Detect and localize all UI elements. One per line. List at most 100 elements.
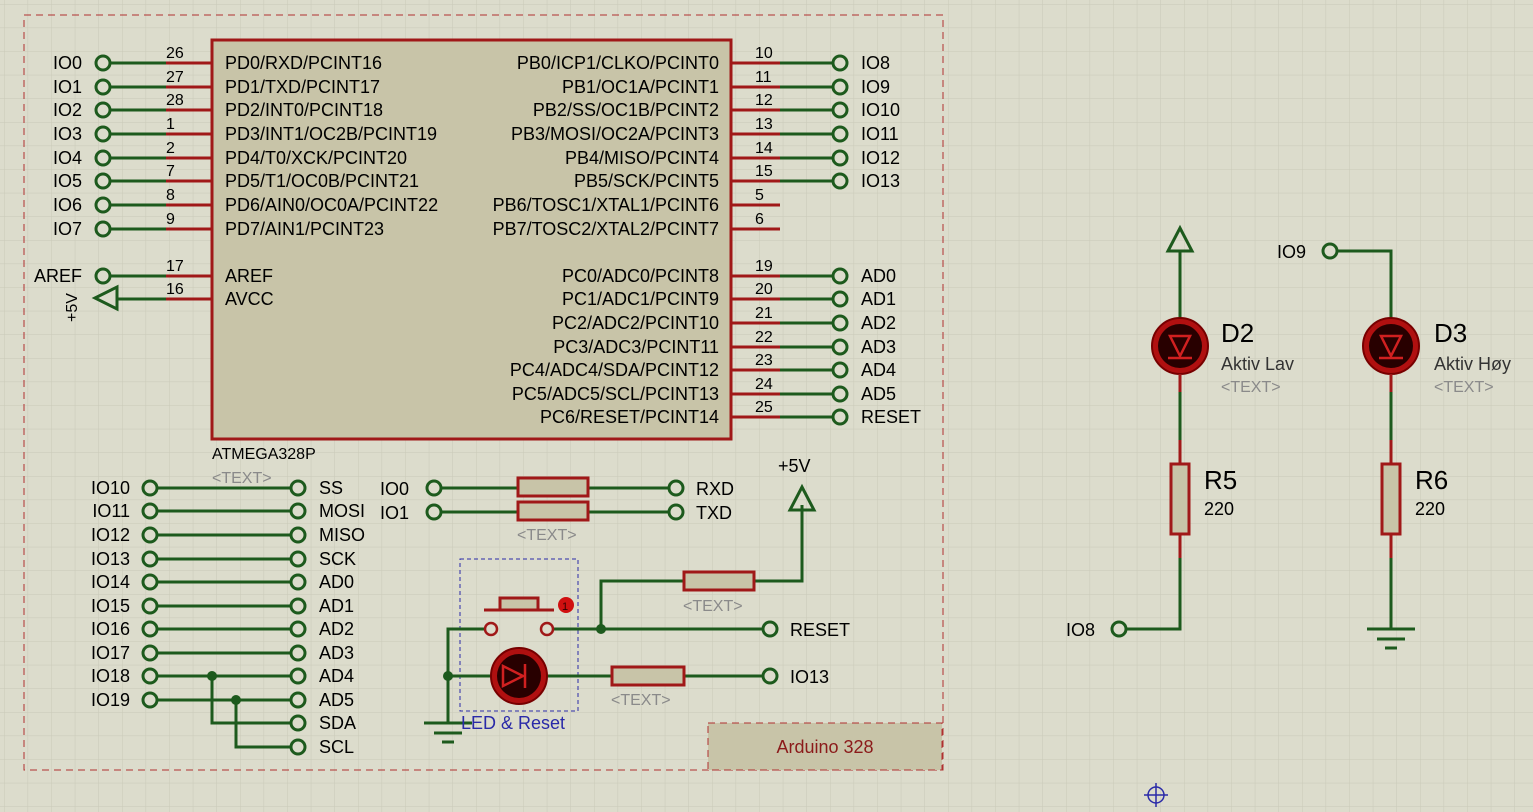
alias-right-terminal[interactable] <box>289 479 307 497</box>
right-terminal[interactable] <box>831 149 849 167</box>
alias-right-terminal[interactable] <box>289 573 307 591</box>
right-terminal[interactable] <box>831 267 849 285</box>
reset-net-label: RESET <box>790 620 850 640</box>
alias-right-terminal[interactable] <box>289 550 307 568</box>
right-terminal[interactable] <box>831 54 849 72</box>
terminal-reset[interactable] <box>761 620 779 638</box>
r5-resistor[interactable] <box>1169 462 1191 536</box>
right-pin-label: PB0/ICP1/CLKO/PCINT0 <box>517 53 719 73</box>
alias-left-label: IO10 <box>91 478 130 498</box>
reset-button-cap[interactable] <box>498 596 540 612</box>
alias-left-terminal[interactable] <box>141 597 159 615</box>
left-pin-number: 28 <box>166 92 184 109</box>
serial-left-io1: IO1 <box>380 503 409 523</box>
right-terminal[interactable] <box>831 172 849 190</box>
left-terminal[interactable] <box>94 54 112 72</box>
alias-left-label: IO11 <box>92 501 130 521</box>
right-pin-number: 21 <box>755 305 773 322</box>
alias-left-label: IO18 <box>91 666 130 686</box>
right-pin-number: 24 <box>755 376 773 393</box>
alias-right-terminal[interactable] <box>289 502 307 520</box>
right-pin-label: PC3/ADC3/PCINT11 <box>553 337 719 357</box>
terminal-io0[interactable] <box>425 479 443 497</box>
reset-pullup-resistor[interactable] <box>682 570 756 592</box>
right-net-label: AD5 <box>861 384 896 404</box>
right-net-label: AD4 <box>861 360 896 380</box>
terminal-io8-d2[interactable] <box>1110 620 1128 638</box>
left-terminal[interactable] <box>94 125 112 143</box>
alias-right-terminal[interactable] <box>289 738 307 756</box>
right-terminal[interactable] <box>831 385 849 403</box>
left-pin-label: PD5/T1/OC0B/PCINT21 <box>225 171 419 191</box>
d3-name: D3 <box>1434 318 1467 348</box>
alias-right-terminal[interactable] <box>289 714 307 732</box>
pullup-text-placeholder: <TEXT> <box>683 598 743 615</box>
alias-right-terminal[interactable] <box>289 620 307 638</box>
terminal-txd[interactable] <box>667 503 685 521</box>
alias-left-terminal[interactable] <box>141 526 159 544</box>
right-terminal[interactable] <box>831 338 849 356</box>
terminal-io13-led[interactable] <box>761 667 779 685</box>
right-pin-label: PC0/ADC0/PCINT8 <box>562 266 719 286</box>
right-pin-label: PB4/MISO/PCINT4 <box>565 148 719 168</box>
r6-name: R6 <box>1415 465 1448 495</box>
right-terminal[interactable] <box>831 314 849 332</box>
alias-right-terminal[interactable] <box>289 597 307 615</box>
terminal-io9-d3[interactable] <box>1321 242 1339 260</box>
alias-left-terminal[interactable] <box>141 573 159 591</box>
alias-left-terminal[interactable] <box>141 550 159 568</box>
right-terminal[interactable] <box>831 290 849 308</box>
left-terminal[interactable] <box>94 267 112 285</box>
alias-right-terminal[interactable] <box>289 667 307 685</box>
alias-left-terminal[interactable] <box>141 691 159 709</box>
alias-left-terminal[interactable] <box>141 479 159 497</box>
left-pin-label: AVCC <box>225 289 274 309</box>
left-pin-number: 1 <box>166 116 175 133</box>
alias-left-label: IO12 <box>91 525 130 545</box>
alias-right-terminal[interactable] <box>289 526 307 544</box>
left-terminal[interactable] <box>94 149 112 167</box>
serial-resistor-rxd[interactable] <box>516 476 590 498</box>
led-series-resistor[interactable] <box>610 665 686 687</box>
right-pin-number: 13 <box>755 116 773 133</box>
alias-right-terminal[interactable] <box>289 691 307 709</box>
right-terminal[interactable] <box>831 101 849 119</box>
serial-resistor-txd[interactable] <box>516 500 590 522</box>
alias-left-terminal[interactable] <box>141 644 159 662</box>
right-net-label: AD2 <box>861 313 896 333</box>
alias-right-label: MISO <box>319 525 365 545</box>
right-terminal[interactable] <box>831 125 849 143</box>
left-terminal[interactable] <box>94 78 112 96</box>
left-terminal[interactable] <box>94 196 112 214</box>
right-net-label: IO8 <box>861 53 890 73</box>
right-pin-label: PB7/TOSC2/XTAL2/PCINT7 <box>493 219 719 239</box>
left-pin-label: PD2/INT0/PCINT18 <box>225 100 383 120</box>
left-terminal[interactable] <box>94 172 112 190</box>
terminal-io1[interactable] <box>425 503 443 521</box>
alias-left-label: IO15 <box>91 596 130 616</box>
right-pin-label: PC2/ADC2/PCINT10 <box>552 313 719 333</box>
alias-right-label: AD0 <box>319 572 354 592</box>
alias-left-terminal[interactable] <box>141 502 159 520</box>
right-pin-number: 5 <box>755 187 764 204</box>
terminal-rxd[interactable] <box>667 479 685 497</box>
right-terminal[interactable] <box>831 361 849 379</box>
d3-net-label: IO9 <box>1277 242 1306 262</box>
left-terminal[interactable] <box>94 220 112 238</box>
alias-right-terminal[interactable] <box>289 644 307 662</box>
left-net-label: IO2 <box>53 100 82 120</box>
right-terminal[interactable] <box>831 78 849 96</box>
right-pin-number: 12 <box>755 92 773 109</box>
alias-left-terminal[interactable] <box>141 667 159 685</box>
right-net-label: AD0 <box>861 266 896 286</box>
right-terminal[interactable] <box>831 408 849 426</box>
alias-left-terminal[interactable] <box>141 620 159 638</box>
alias-right-label: AD4 <box>319 666 354 686</box>
left-pin-label: PD4/T0/XCK/PCINT20 <box>225 148 407 168</box>
alias-right-label: MOSI <box>319 501 365 521</box>
r6-resistor[interactable] <box>1380 462 1402 536</box>
schematic-canvas[interactable]: ATMEGA328P <TEXT> 26 PD0/RXD/PCINT16IO027… <box>0 0 1533 812</box>
chip-text-placeholder: <TEXT> <box>212 470 272 487</box>
left-terminal[interactable] <box>94 101 112 119</box>
left-net-label: IO5 <box>53 171 82 191</box>
